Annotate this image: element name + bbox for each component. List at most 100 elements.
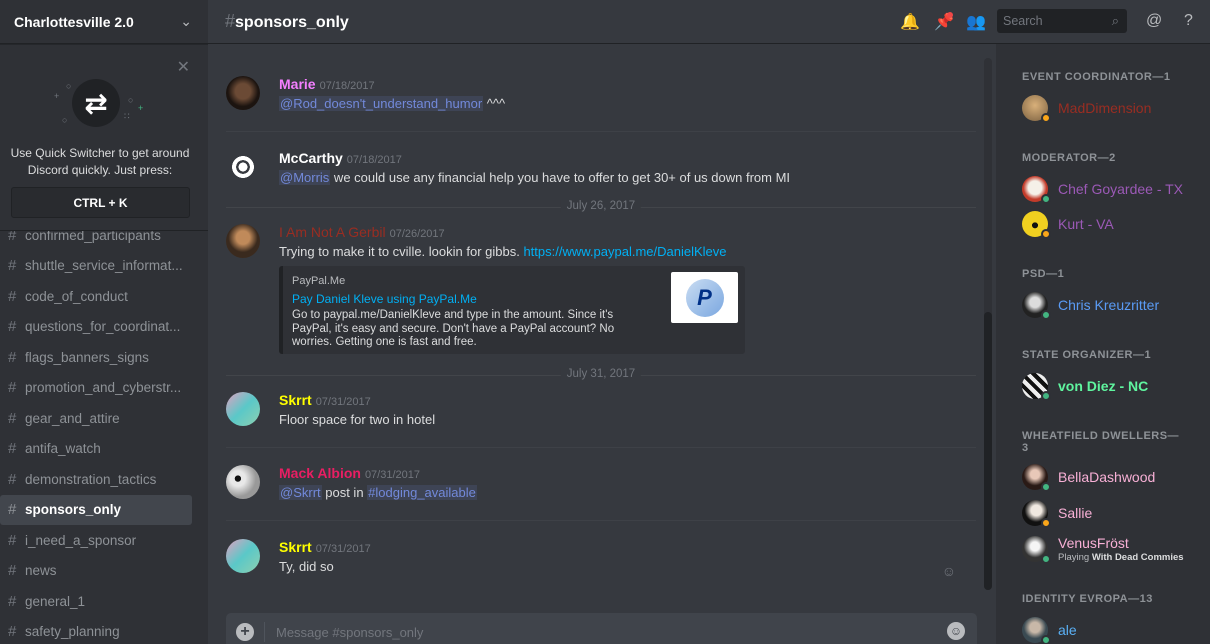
hash-icon: #	[8, 592, 17, 610]
channel-label: antifa_watch	[25, 441, 101, 457]
embed-provider: PayPal.Me	[292, 275, 346, 287]
role-header: PSD—1	[1022, 268, 1065, 280]
member-item[interactable]: ale	[1022, 616, 1208, 644]
member-name: ale	[1058, 622, 1077, 638]
search-icon: ⌕	[1111, 13, 1119, 28]
author-name[interactable]: Marie	[279, 76, 316, 92]
message-text: @Rod_doesn't_understand_humor ^^^	[279, 96, 506, 111]
message-text: Trying to make it to cville. lookin for …	[279, 244, 727, 259]
emoji-picker-icon[interactable]: ☺	[947, 622, 965, 640]
hash-icon: #	[8, 623, 17, 641]
channel-item-demonstration-tactics[interactable]: # demonstration_tactics	[0, 464, 208, 495]
channel-item-promotion[interactable]: # promotion_and_cyberstr...	[0, 373, 208, 404]
channel-sidebar: Charlottesville 2.0 ⌄ # confirmed_partici…	[0, 0, 208, 644]
channel-label: i_need_a_sponsor	[25, 532, 137, 548]
discord-app: Charlottesville 2.0 ⌄ # confirmed_partici…	[0, 0, 1210, 644]
search-input[interactable]: Search ⌕	[997, 9, 1127, 33]
channel-item-code-of-conduct[interactable]: # code_of_conduct	[0, 281, 208, 312]
channel-title: #sponsors_only	[225, 11, 349, 31]
message-header: I Am Not A Gerbil 07/26/2017	[279, 224, 445, 242]
member-item[interactable]: VenusFröst Playing With Dead Commies	[1022, 535, 1208, 565]
channel-label: questions_for_coordinat...	[25, 319, 181, 335]
channel-item-i-need-a-sponsor[interactable]: # i_need_a_sponsor	[0, 525, 208, 556]
hash-icon: #	[8, 379, 17, 397]
bell-icon[interactable]: 🔔	[900, 12, 920, 32]
status-idle-icon	[1041, 518, 1051, 528]
avatar[interactable]	[226, 224, 260, 258]
channel-item-gear-and-attire[interactable]: # gear_and_attire	[0, 403, 208, 434]
avatar[interactable]	[226, 150, 260, 184]
channel-item-shuttle-service[interactable]: # shuttle_service_informat...	[0, 251, 208, 282]
user-mention[interactable]: @Morris	[279, 170, 331, 185]
member-name: MadDimension	[1058, 100, 1152, 116]
notification-dot	[947, 12, 953, 18]
quick-switcher-text: Use Quick Switcher to get around Discord…	[10, 146, 190, 177]
server-header[interactable]: Charlottesville 2.0 ⌄	[0, 0, 208, 44]
channel-label: code_of_conduct	[25, 288, 128, 304]
scrollbar-track[interactable]	[984, 58, 992, 590]
message-input[interactable]: Message #sponsors_only	[276, 625, 423, 640]
author-name[interactable]: I Am Not A Gerbil	[279, 224, 386, 240]
mention-icon[interactable]: @	[1146, 12, 1162, 30]
message-text: @Morris we could use any financial help …	[279, 170, 791, 185]
channel-item-sponsors-only[interactable]: # sponsors_only	[0, 494, 192, 525]
upload-plus-icon[interactable]: +	[236, 623, 254, 641]
member-name: Chef Goyardee - TX	[1058, 181, 1184, 197]
channel-list: # confirmed_participants # shuttle_service…	[0, 220, 208, 644]
hash-icon: #	[8, 531, 17, 549]
help-icon[interactable]: ?	[1184, 12, 1193, 30]
sparkle-icon: +	[54, 91, 60, 101]
avatar[interactable]	[226, 465, 260, 499]
role-header: IDENTITY EVROPA—13	[1022, 593, 1153, 605]
message-composer[interactable]: + Message #sponsors_only ☺	[226, 613, 977, 644]
scrollbar-thumb[interactable]	[984, 312, 992, 590]
member-item[interactable]: Chef Goyardee - TX	[1022, 175, 1208, 205]
member-item[interactable]: MadDimension	[1022, 94, 1208, 124]
status-online-icon	[1041, 310, 1051, 320]
close-icon[interactable]: ✕	[177, 57, 190, 77]
hash-icon: #	[8, 440, 17, 458]
user-mention[interactable]: @Skrrt	[279, 485, 322, 500]
channel-label: general_1	[25, 593, 86, 609]
member-item[interactable]: Sallie	[1022, 499, 1208, 529]
status-idle-icon	[1041, 229, 1051, 239]
user-mention[interactable]: @Rod_doesn't_understand_humor	[279, 96, 484, 111]
sparkle-icon: ∷	[124, 111, 130, 121]
avatar[interactable]	[226, 539, 260, 573]
channel-item-questions[interactable]: # questions_for_coordinat...	[0, 312, 208, 343]
avatar[interactable]	[226, 392, 260, 426]
channel-item-safety-planning[interactable]: # safety_planning	[0, 617, 208, 644]
member-item[interactable]: Chris Kreuzritter	[1022, 291, 1208, 321]
author-name[interactable]: Skrrt	[279, 392, 312, 408]
message-link[interactable]: https://www.paypal.me/DanielKleve	[523, 244, 726, 259]
status-online-icon	[1041, 194, 1051, 204]
channel-item-antifa-watch[interactable]: # antifa_watch	[0, 434, 208, 465]
status-online-icon	[1041, 391, 1051, 401]
channel-header: #sponsors_only 🔔 📌 👥 Search ⌕ @ ?	[208, 0, 1210, 44]
status-idle-icon	[1041, 113, 1051, 123]
author-name[interactable]: McCarthy	[279, 150, 343, 166]
hash-icon: #	[225, 11, 236, 31]
chevron-down-icon[interactable]: ⌄	[180, 13, 192, 30]
embed-thumbnail[interactable]: P	[671, 272, 738, 323]
avatar[interactable]	[226, 76, 260, 110]
paypal-logo-icon: P	[685, 278, 724, 317]
status-online-icon	[1041, 635, 1051, 644]
member-name: BellaDashwood	[1058, 469, 1156, 485]
member-item[interactable]: BellaDashwood	[1022, 463, 1208, 493]
message-header: McCarthy 07/18/2017	[279, 150, 402, 168]
member-list: EVENT COORDINATOR—1 MadDimension MODERAT…	[996, 44, 1210, 644]
member-item[interactable]: Kurt - VA	[1022, 210, 1208, 240]
add-reaction-icon[interactable]: ☺	[942, 563, 956, 579]
channel-item-news[interactable]: # news	[0, 556, 208, 587]
member-list-icon[interactable]: 👥	[966, 12, 986, 32]
date-separator: July 26, 2017	[226, 200, 976, 214]
channel-mention[interactable]: #lodging_available	[367, 485, 477, 500]
member-item[interactable]: von Diez - NC	[1022, 372, 1208, 402]
channel-item-flags-banners-signs[interactable]: # flags_banners_signs	[0, 342, 208, 373]
channel-item-general-1[interactable]: # general_1	[0, 586, 208, 617]
embed-title-link[interactable]: Pay Daniel Kleve using PayPal.Me	[292, 292, 477, 306]
author-name[interactable]: Skrrt	[279, 539, 312, 555]
author-name[interactable]: Mack Albion	[279, 465, 361, 481]
message-text: Ty, did so	[279, 559, 334, 574]
